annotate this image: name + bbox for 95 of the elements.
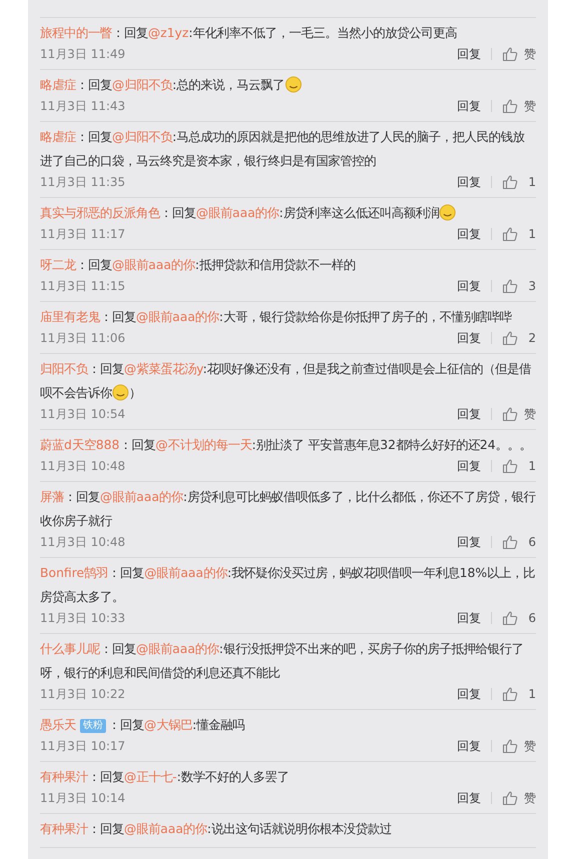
comment-author[interactable]: 旅程中的一瞥 [40, 25, 112, 40]
thumbs-up-icon[interactable] [502, 226, 518, 242]
thumbs-up-icon[interactable] [502, 738, 518, 754]
comment-author[interactable]: 呀二龙 [40, 257, 76, 272]
reply-link[interactable]: 回复 [457, 98, 481, 114]
thumbs-up-icon[interactable] [502, 610, 518, 626]
comment-time: 11月3日 10:48 [40, 458, 126, 474]
thumbs-up-icon[interactable] [502, 174, 518, 190]
like-count[interactable]: 赞 [524, 738, 536, 754]
thumbs-up-icon[interactable] [502, 458, 518, 474]
comment-time: 11月3日 10:17 [40, 738, 126, 754]
reply-link[interactable]: 回复 [457, 610, 481, 626]
comment-author[interactable]: 归阳不负 [40, 361, 88, 376]
thumbs-up-icon[interactable] [502, 790, 518, 806]
comment-text: 蔚蓝d天空888：回复@不计划的每一天:别扯淡了 平安普惠年息32都特么好好的还24。。。 [40, 436, 533, 454]
comment-text: 屏藩：回复@眼前aaa的你:房贷利息可比蚂蚁借呗低多了，比什么都低，你还不了房贷，银行收你房子就行 [40, 488, 536, 530]
comment-author[interactable]: 庙里有老鬼 [40, 309, 100, 324]
like-count[interactable]: 赞 [524, 98, 536, 114]
like-count[interactable]: 赞 [524, 406, 536, 422]
thumbs-up-icon[interactable] [502, 278, 518, 294]
comment-text: 什么事儿呢：回复@眼前aaa的你:银行没抵押贷不出来的吧，买房子你的房子抵押给银行了呀，银行的利息和民间借贷的利息还真不能比 [40, 640, 524, 682]
comment-text: 庙里有老鬼：回复@眼前aaa的你:大哥，银行贷款给你是你抵押了房子的，不懂别瞎哔哔 [40, 308, 513, 326]
comment-text: Bonfire鹄羽：回复@眼前aaa的你:我怀疑你没买过房，蚂蚁花呗借呗一年利息18%以上，比房贷高太多了。 [40, 564, 536, 606]
comment-text: 呀二龙：回复@眼前aaa的你:抵押贷款和信用贷款不一样的 [40, 256, 356, 274]
like-count[interactable]: 1 [524, 459, 536, 473]
comment-author[interactable]: 真实与邪恶的反派角色 [40, 205, 160, 220]
like-count[interactable]: 1 [524, 175, 536, 189]
comment-author[interactable]: Bonfire鹄羽 [40, 565, 108, 580]
comment-time: 11月3日 10:54 [40, 406, 126, 422]
thumbs-up-icon[interactable] [502, 534, 518, 550]
comment-time: 11月3日 10:33 [40, 610, 126, 626]
comment-author[interactable]: 略虐症 [40, 129, 76, 144]
thumbs-up-icon[interactable] [502, 330, 518, 346]
mention-link[interactable]: @z1yz [148, 25, 189, 40]
thumbs-up-icon[interactable] [502, 46, 518, 62]
mention-link[interactable]: @眼前aaa的你 [144, 565, 228, 580]
mention-link[interactable]: @眼前aaa的你 [196, 205, 280, 220]
comment-time: 11月3日 11:15 [40, 278, 126, 294]
mention-link[interactable]: @紫菜蛋花汤y [124, 361, 203, 376]
like-count[interactable]: 赞 [524, 790, 536, 806]
comment-time: 11月3日 11:17 [40, 226, 126, 242]
mention-link[interactable]: @眼前aaa的你 [136, 309, 220, 324]
like-count[interactable]: 1 [524, 687, 536, 701]
like-count[interactable]: 1 [524, 227, 536, 241]
comment-time: 11月3日 11:35 [40, 174, 126, 190]
mention-link[interactable]: @大锅巴 [144, 717, 192, 732]
comment-author[interactable]: 有种果汁 [40, 769, 88, 784]
like-count[interactable]: 6 [524, 535, 536, 549]
comment-time: 11月3日 10:48 [40, 534, 126, 550]
comment-text: 有种果汁：回复@眼前aaa的你:说出这句话就说明你根本没贷款过 [40, 820, 392, 838]
comment-author[interactable]: 愚乐天 [40, 717, 76, 732]
comment-text: 略虐症：回复@归阳不负:马总成功的原因就是把他的思维放进了人民的脑子，把人民的钱放进了自己的口袋，马云终究是资本家，银行终归是有国家管控的 [40, 128, 526, 170]
mention-link[interactable]: @正十七- [124, 769, 177, 784]
reply-link[interactable]: 回复 [457, 406, 481, 422]
like-count[interactable]: 2 [524, 331, 536, 345]
thumbs-up-icon[interactable] [502, 686, 518, 702]
mention-link[interactable]: @归阳不负 [112, 129, 172, 144]
reply-link[interactable]: 回复 [457, 278, 481, 294]
like-count[interactable]: 赞 [524, 46, 536, 62]
mention-link[interactable]: @眼前aaa的你 [100, 489, 184, 504]
comment-author[interactable]: 屏藩 [40, 489, 64, 504]
reply-link[interactable]: 回复 [457, 534, 481, 550]
comment-author[interactable]: 蔚蓝d天空888 [40, 437, 120, 452]
comment-text: 归阳不负：回复@紫菜蛋花汤y:花呗好像还没有，但是我之前查过借呗是会上征信的（但是借呗不会告诉你 ） [40, 360, 532, 403]
like-count[interactable]: 3 [524, 279, 536, 293]
comment-author[interactable]: 略虐症 [40, 77, 76, 92]
comment-text: 旅程中的一瞥：回复@z1yz:年化利率不低了，一毛三。当然小的放贷公司更高 [40, 24, 458, 42]
comment-time: 11月3日 10:22 [40, 686, 126, 702]
mention-link[interactable]: @归阳不负 [112, 77, 172, 92]
thumbs-up-icon[interactable] [502, 406, 518, 422]
reply-link[interactable]: 回复 [457, 790, 481, 806]
like-count[interactable]: 6 [524, 611, 536, 625]
fan-badge: 铁粉 [80, 719, 106, 733]
comment-text: 真实与邪恶的反派角色：回复@眼前aaa的你:房贷利率这么低还叫高额利润 [40, 201, 536, 225]
comment-text: 有种果汁：回复@正十七-:数学不好的人多罢了 [40, 768, 290, 786]
comment-text: 略虐症：回复@归阳不负:总的来说，马云飘了 [40, 73, 536, 97]
comment-author[interactable]: 什么事儿呢 [40, 641, 100, 656]
comment-text: 愚乐天 铁粉 ：回复@大锅巴:懂金融吗 [40, 716, 246, 735]
thumbs-up-icon[interactable] [502, 98, 518, 114]
reply-link[interactable]: 回复 [457, 330, 481, 346]
reply-link[interactable]: 回复 [457, 738, 481, 754]
comment-time: 11月3日 10:14 [40, 790, 126, 806]
mention-link[interactable]: @眼前aaa的你 [136, 641, 220, 656]
comment-time: 11月3日 11:06 [40, 330, 126, 346]
mention-link[interactable]: @不计划的每一天 [156, 437, 252, 452]
reply-link[interactable]: 回复 [457, 686, 481, 702]
comment-author[interactable]: 有种果汁 [40, 821, 88, 836]
reply-link[interactable]: 回复 [457, 458, 481, 474]
reply-link[interactable]: 回复 [457, 174, 481, 190]
comment-time: 11月3日 11:43 [40, 98, 126, 114]
comment-time: 11月3日 11:49 [40, 46, 126, 62]
mention-link[interactable]: @眼前aaa的你 [112, 257, 196, 272]
mention-link[interactable]: @眼前aaa的你 [124, 821, 208, 836]
reply-link[interactable]: 回复 [457, 46, 481, 62]
reply-link[interactable]: 回复 [457, 226, 481, 242]
